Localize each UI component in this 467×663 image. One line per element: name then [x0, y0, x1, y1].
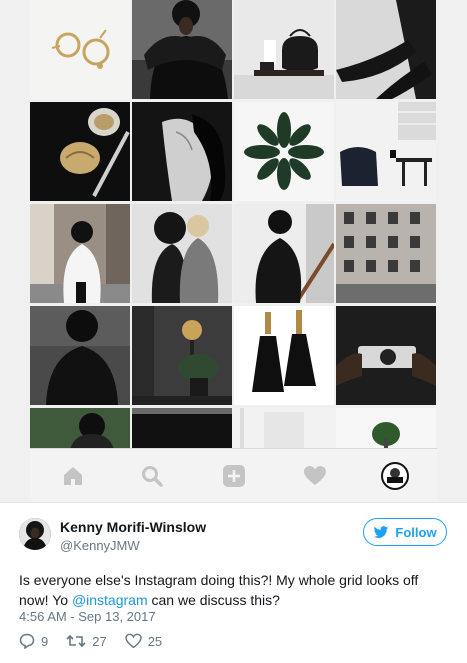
grid-photo-building[interactable] [336, 204, 436, 303]
photo-grid [30, 0, 437, 450]
grid-photo-portrait-bw[interactable] [132, 102, 232, 201]
tweet-timestamp[interactable]: 4:56 AM - Sep 13, 2017 [19, 609, 156, 624]
grid-photo-tassel-earrings[interactable] [234, 306, 334, 405]
follow-button[interactable]: Follow [363, 518, 447, 546]
grid-photo-interior-chair[interactable] [336, 102, 436, 201]
tweet-card: Kenny Morifi-Winslow @KennyJMW Follow Is… [0, 502, 467, 663]
reply-icon [19, 633, 35, 649]
grid-photo-camera[interactable] [336, 306, 436, 405]
tweet-text: Is everyone else's Instagram doing this?… [19, 570, 449, 610]
grid-photo-plant-leaves[interactable] [234, 102, 334, 201]
home-icon[interactable] [58, 461, 88, 491]
retweet-icon [66, 634, 86, 648]
grid-photo-stairs[interactable] [234, 204, 334, 303]
grid-photo-earrings[interactable] [30, 0, 130, 99]
grid-photo-couple[interactable] [132, 204, 232, 303]
search-icon[interactable] [137, 461, 167, 491]
add-post-icon[interactable] [219, 461, 249, 491]
author-handle[interactable]: @KennyJMW [60, 538, 140, 553]
follow-label: Follow [395, 524, 437, 540]
author-name[interactable]: Kenny Morifi-Winslow [60, 519, 206, 535]
retweet-count: 27 [92, 633, 107, 649]
mention-link[interactable]: @instagram [72, 592, 148, 608]
instagram-screenshot [0, 0, 467, 502]
tweet-actions: 9 27 25 [19, 633, 162, 649]
grid-photo-dark-room[interactable] [132, 408, 232, 450]
avatar[interactable] [19, 518, 51, 550]
grid-photo-white-wall[interactable] [234, 408, 334, 450]
like-icon [125, 633, 142, 649]
grid-photo-food[interactable] [30, 102, 130, 201]
grid-photo-fur-coat[interactable] [132, 0, 232, 99]
like-button[interactable]: 25 [125, 633, 162, 649]
heart-icon[interactable] [300, 461, 330, 491]
instagram-tab-bar [30, 448, 437, 502]
profile-avatar-icon[interactable] [380, 461, 410, 491]
grid-photo-lamp-plant[interactable] [132, 306, 232, 405]
grid-photo-shoes[interactable] [336, 0, 436, 99]
grid-photo-portrait-green[interactable] [30, 408, 130, 450]
retweet-button[interactable]: 27 [66, 633, 107, 649]
twitter-bird-icon [374, 525, 389, 538]
grid-photo-small-plant[interactable] [336, 408, 436, 450]
grid-photo-street-white-coat[interactable] [30, 204, 130, 303]
like-count: 25 [147, 633, 163, 649]
grid-photo-teapot[interactable] [234, 0, 334, 99]
grid-photo-black-outfit[interactable] [30, 306, 130, 405]
tweet-text-part: can we discuss this? [147, 592, 280, 608]
reply-count: 9 [41, 633, 49, 649]
reply-button[interactable]: 9 [19, 633, 48, 649]
